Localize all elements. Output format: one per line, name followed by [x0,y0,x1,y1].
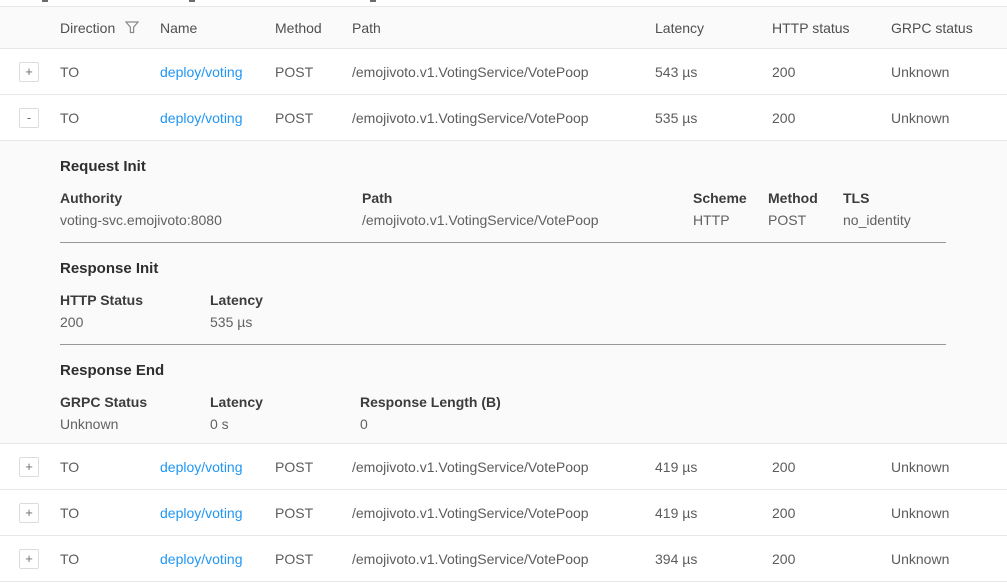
field-method: Method POST [768,190,843,228]
field-label: Response Length (B) [360,394,946,410]
grpc-status-cell: Unknown [891,505,1007,521]
section-title: Request Init [60,158,946,175]
field-label: Scheme [693,190,768,206]
table-row: + TO deploy/voting POST /emojivoto.v1.Vo… [0,490,1007,536]
expand-row-button[interactable]: + [19,62,39,82]
field-value: voting-svc.emojivoto:8080 [60,212,362,228]
latency-cell: 535 µs [655,110,772,126]
header-grpc-status: GRPC status [891,20,1007,36]
table-row-expanded: - TO deploy/voting POST /emojivoto.v1.Vo… [0,95,1007,141]
path-cell: /emojivoto.v1.VotingService/VotePoop [352,505,655,521]
expand-row-button[interactable]: + [19,457,39,477]
table-row: + TO deploy/voting POST /emojivoto.v1.Vo… [0,49,1007,95]
header-direction-label: Direction [60,20,115,36]
field-label: Method [768,190,843,206]
field-path: Path /emojivoto.v1.VotingService/VotePoo… [362,190,693,228]
name-link[interactable]: deploy/voting [160,505,243,521]
header-direction: Direction [60,20,160,36]
field-label: HTTP Status [60,292,210,308]
field-tls: TLS no_identity [843,190,946,228]
field-value: 200 [60,314,210,330]
clipped-text-fragment [189,0,195,2]
http-status-cell: 200 [772,64,891,80]
header-latency: Latency [655,20,772,36]
section-title: Response Init [60,260,946,277]
name-link[interactable]: deploy/voting [160,459,243,475]
field-value: /emojivoto.v1.VotingService/VotePoop [362,212,693,228]
field-label: Latency [210,292,946,308]
path-cell: /emojivoto.v1.VotingService/VotePoop [352,64,655,80]
method-cell: POST [275,551,352,567]
field-value: 535 µs [210,314,946,330]
field-value: 0 s [210,416,360,432]
name-link[interactable]: deploy/voting [160,551,243,567]
http-status-cell: 200 [772,505,891,521]
field-latency: Latency 535 µs [210,292,946,330]
name-link[interactable]: deploy/voting [160,64,243,80]
field-label: Path [362,190,693,206]
field-label: GRPC Status [60,394,210,410]
field-label: Authority [60,190,362,206]
field-scheme: Scheme HTTP [693,190,768,228]
latency-cell: 394 µs [655,551,772,567]
grpc-status-cell: Unknown [891,459,1007,475]
request-init-section: Request Init Authority voting-svc.emojiv… [60,141,946,243]
table-row: + TO deploy/voting POST /emojivoto.v1.Vo… [0,444,1007,490]
section-title: Response End [60,362,946,379]
filter-icon[interactable] [125,21,139,34]
direction-cell: TO [60,551,160,567]
path-cell: /emojivoto.v1.VotingService/VotePoop [352,551,655,567]
latency-cell: 419 µs [655,459,772,475]
expand-row-button[interactable]: + [19,549,39,569]
field-label: Latency [210,394,360,410]
field-value: no_identity [843,212,946,228]
method-cell: POST [275,459,352,475]
clipped-text-fragment [370,0,376,2]
field-value: POST [768,212,843,228]
expand-row-button[interactable]: + [19,503,39,523]
table-row: + TO deploy/voting POST /emojivoto.v1.Vo… [0,536,1007,582]
direction-cell: TO [60,505,160,521]
collapse-row-button[interactable]: - [19,108,39,128]
tap-results-view: Direction Name Method Path Latency HTTP … [0,0,1007,586]
field-grpc-status: GRPC Status Unknown [60,394,210,432]
field-authority: Authority voting-svc.emojivoto:8080 [60,190,362,228]
field-value: 0 [360,416,946,432]
row-detail-panel: Request Init Authority voting-svc.emojiv… [0,141,1007,444]
name-link[interactable]: deploy/voting [160,110,243,126]
field-http-status: HTTP Status 200 [60,292,210,330]
http-status-cell: 200 [772,459,891,475]
method-cell: POST [275,64,352,80]
field-label: TLS [843,190,946,206]
latency-cell: 419 µs [655,505,772,521]
grpc-status-cell: Unknown [891,64,1007,80]
field-response-length: Response Length (B) 0 [360,394,946,432]
path-cell: /emojivoto.v1.VotingService/VotePoop [352,110,655,126]
direction-cell: TO [60,64,160,80]
latency-cell: 543 µs [655,64,772,80]
response-init-section: Response Init HTTP Status 200 Latency 53… [60,243,946,345]
table-header-row: Direction Name Method Path Latency HTTP … [0,6,1007,49]
direction-cell: TO [60,459,160,475]
header-path: Path [352,20,655,36]
path-cell: /emojivoto.v1.VotingService/VotePoop [352,459,655,475]
header-method: Method [275,20,352,36]
grpc-status-cell: Unknown [891,551,1007,567]
clipped-content-above [0,0,1007,6]
clipped-text-fragment [42,0,48,2]
method-cell: POST [275,505,352,521]
header-name: Name [160,20,275,36]
http-status-cell: 200 [772,110,891,126]
direction-cell: TO [60,110,160,126]
grpc-status-cell: Unknown [891,110,1007,126]
header-http-status: HTTP status [772,20,891,36]
field-value: Unknown [60,416,210,432]
http-status-cell: 200 [772,551,891,567]
field-latency: Latency 0 s [210,394,360,432]
field-value: HTTP [693,212,768,228]
response-end-section: Response End GRPC Status Unknown Latency… [60,345,946,432]
method-cell: POST [275,110,352,126]
